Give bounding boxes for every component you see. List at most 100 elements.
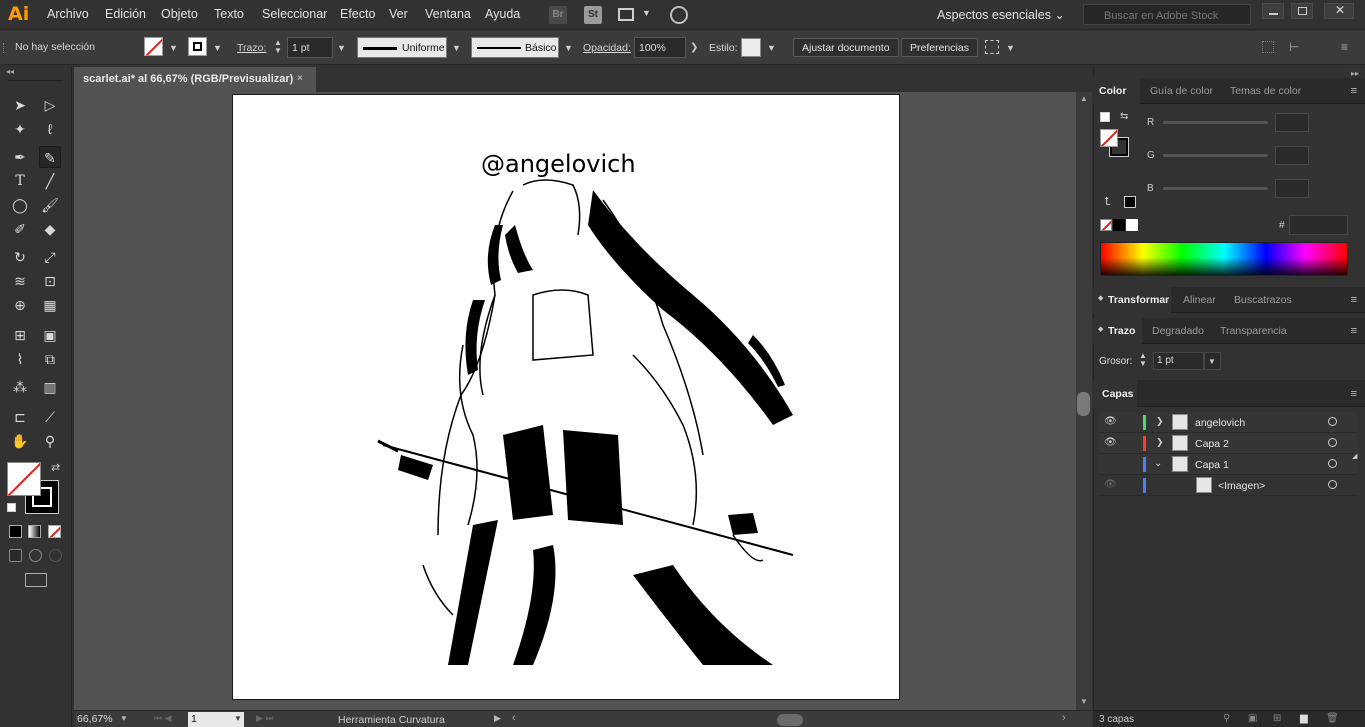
layer-target-icon[interactable] [1328,459,1337,468]
eye-icon[interactable]: 👁 [1104,479,1117,490]
red-field[interactable] [1275,113,1309,132]
black-swatch[interactable] [1124,196,1136,208]
eraser-tool-icon[interactable]: ◆ [39,218,61,240]
preferences-button[interactable]: Preferencias [901,38,978,57]
selection-tool-icon[interactable]: ➤ [9,94,31,116]
horizontal-scroll-thumb[interactable] [777,714,803,726]
status-menu-icon[interactable]: ▶ [494,713,501,724]
curvature-tool-icon[interactable]: ✎ [39,146,61,168]
next-artboard-icon[interactable]: ▶ ⏭ [256,713,274,724]
tab-color-guide[interactable]: Guía de color [1150,85,1213,97]
stock-search-input[interactable] [1083,4,1251,25]
document-setup-button[interactable]: Ajustar documento [793,38,899,57]
arrange-documents-icon[interactable] [618,8,634,21]
variable-width-profile[interactable]: Uniforme [357,37,447,58]
layer-name[interactable]: angelovich [1195,417,1245,429]
brush-definition[interactable]: Básico [471,37,559,58]
pen-tool-icon[interactable]: ✒ [9,146,31,168]
fill-dropdown-icon[interactable]: ▼ [169,43,178,53]
scroll-left-icon[interactable]: ‹ [512,712,516,724]
out-of-gamut-icon[interactable]: ⮤ [1104,196,1111,209]
tab-gradient[interactable]: Degradado [1152,325,1204,337]
locate-object-icon[interactable]: ⚲ [1223,713,1230,724]
gradient-tool-icon[interactable]: ▣ [39,324,61,346]
menu-ayuda[interactable]: Ayuda [485,7,520,21]
line-tool-icon[interactable]: ╱ [39,170,61,192]
weight-dropdown-icon[interactable]: ▼ [1204,352,1221,370]
stroke-expand-icon[interactable]: ◆ [1098,325,1103,333]
eyedropper-tool-icon[interactable]: ⌇ [9,348,31,370]
chevron-right-icon[interactable]: ❯ [1156,437,1164,448]
default-fill-stroke-icon[interactable] [7,503,16,512]
layer-name[interactable]: Capa 1 [1195,459,1229,471]
menu-seleccionar[interactable]: Seleccionar [262,7,327,21]
color-spectrum[interactable] [1100,242,1348,276]
chevron-down-icon[interactable]: ⌄ [1154,458,1162,469]
artboard-dropdown-icon[interactable]: ▼ [234,714,242,723]
maximize-button[interactable] [1291,3,1313,19]
collapse-toolbar-icon[interactable]: ◂◂ [6,67,14,76]
first-artboard-icon[interactable]: ⏮ ◀ [154,713,172,724]
workspace-switcher[interactable]: Aspectos esenciales ⌄ [937,7,1065,22]
control-menu-icon[interactable]: ≡ [1341,40,1348,54]
close-document-icon[interactable]: × [297,73,303,84]
fill-swatch[interactable] [144,37,163,56]
menu-texto[interactable]: Texto [214,7,244,21]
red-slider[interactable] [1163,121,1268,124]
variable-width-dropdown-icon[interactable]: ▼ [452,43,461,53]
swap-colors-icon[interactable]: ⇆ [1120,111,1128,122]
blue-field[interactable] [1275,179,1309,198]
tab-pathfinder[interactable]: Buscatrazos [1234,294,1292,306]
perspective-grid-tool-icon[interactable]: ▦ [39,294,61,316]
artboard-tool-icon[interactable]: ⊏ [9,406,31,428]
type-tool-icon[interactable]: T [9,170,31,192]
collapse-panels-icon[interactable]: ▸▸ [1351,69,1359,78]
menu-ventana[interactable]: Ventana [425,7,471,21]
stroke-weight-field[interactable]: 1 pt [287,37,333,58]
style-dropdown-icon[interactable]: ▼ [767,43,776,53]
transform-options-icon[interactable] [985,40,999,54]
layer-target-icon[interactable] [1328,480,1337,489]
stroke-stepper-icon[interactable]: ▲ ▼ [274,39,282,55]
layers-panel-menu-icon[interactable]: ≡ [1351,388,1357,400]
new-layer-icon[interactable]: ▆ [1300,713,1308,724]
layer-name[interactable]: Capa 2 [1195,438,1229,450]
swap-fill-stroke-icon[interactable]: ⇄ [51,461,60,474]
new-sublayer-icon[interactable]: ⊞ [1273,713,1281,724]
layer-target-icon[interactable] [1328,417,1337,426]
column-graph-tool-icon[interactable]: ▥ [39,376,61,398]
paintbrush-tool-icon[interactable]: 🖌 [39,194,61,216]
tab-transparency[interactable]: Transparencia [1220,325,1287,337]
menu-ver[interactable]: Ver [389,7,408,21]
eye-icon[interactable]: 👁 [1104,416,1117,427]
green-slider[interactable] [1163,154,1268,157]
menu-edicion[interactable]: Edición [105,7,146,21]
trash-icon[interactable]: 🗑 [1326,713,1339,724]
transform-dropdown-icon[interactable]: ▼ [1006,43,1015,53]
stroke-weight-dropdown-icon[interactable]: ▼ [337,43,346,53]
tab-align[interactable]: Alinear [1183,294,1216,306]
blue-slider[interactable] [1163,187,1268,190]
zoom-level[interactable]: 66,67% [77,713,113,725]
graphic-style-swatch[interactable] [741,38,761,57]
clipping-mask-icon[interactable]: ▣ [1248,713,1257,724]
draw-normal-icon[interactable] [9,549,22,562]
color-mode-icon[interactable] [9,525,22,538]
align-icon[interactable] [1262,41,1274,53]
layer-target-icon[interactable] [1328,438,1337,447]
status-current-tool[interactable]: Herramienta Curvatura [338,714,445,726]
zoom-dropdown-icon[interactable]: ▼ [120,714,128,723]
gradient-mode-icon[interactable] [28,525,41,538]
hex-field[interactable] [1289,215,1348,235]
warp-tool-icon[interactable]: ≋ [9,270,31,292]
close-window-button[interactable]: ✕ [1324,3,1354,19]
tab-layers[interactable]: Capas [1102,388,1134,400]
rotate-tool-icon[interactable]: ↻ [9,246,31,268]
chevron-down-icon[interactable]: ▼ [642,8,651,18]
scale-tool-icon[interactable]: ⤢ [39,246,61,268]
stroke-panel-menu-icon[interactable]: ≡ [1351,325,1357,337]
tab-color[interactable]: Color [1099,85,1126,97]
scroll-right-icon[interactable]: › [1062,712,1066,724]
draw-inside-icon[interactable] [49,549,62,562]
white-quick-swatch[interactable] [1126,219,1138,231]
